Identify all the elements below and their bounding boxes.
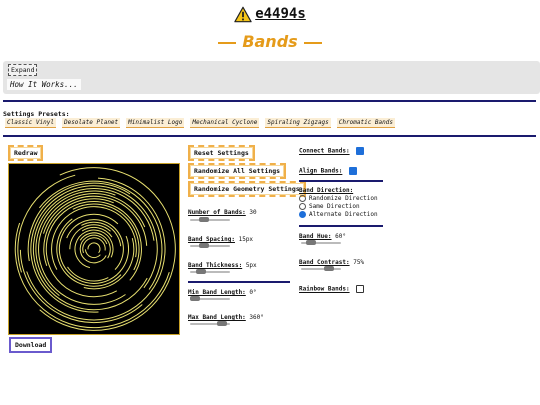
redraw-button[interactable]: Redraw [8,145,44,161]
band-spacing-control: Band Spacing: 15px [188,236,253,243]
band-hue-label: Band Hue: [299,233,332,240]
connect-bands-checkbox[interactable] [356,147,365,155]
band-arc [19,249,143,324]
band-spacing-slider[interactable] [190,243,230,248]
preset-spiraling-zigzags[interactable]: Spiraling Zigzags [265,118,331,128]
divider [3,100,536,102]
min-band-length-slider[interactable] [190,296,230,301]
max-band-length-value: 360° [249,314,264,321]
direction-option-label: Alternate Direction [309,211,378,218]
direction-option-label: Randomize Direction [309,195,378,202]
band-arc [87,242,101,254]
band-contrast-label: Band Contrast: [299,259,350,266]
band-spacing-label: Band Spacing: [188,236,235,243]
slider-thumb[interactable] [190,296,200,301]
how-it-works-summary[interactable]: How It Works... [7,79,81,90]
preset-chromatic-bands[interactable]: Chromatic Bands [336,118,395,128]
band-hue-control: Band Hue: 60° [299,233,346,240]
number-of-bands-label: Number of Bands: [188,209,246,216]
page-title: Bands [0,32,540,51]
site-header: e4494s [0,3,540,25]
randomize-geometry-button[interactable]: Randomize Geometry Settings [188,181,306,197]
presets-label: Settings Presets: [3,110,70,118]
band-thickness-slider[interactable] [190,269,230,274]
preset-classic-vinyl[interactable]: Classic Vinyl [5,118,56,128]
explanation-panel: Expand How It Works... [3,61,540,94]
slider-thumb[interactable] [196,269,206,274]
slider-thumb[interactable] [217,321,227,326]
rainbow-bands-control: Rainbow Bands: [299,285,365,293]
min-band-length-value: 0° [249,289,257,296]
direction-option-randomize[interactable]: Randomize Direction [299,195,378,202]
preset-minimalist-logo[interactable]: Minimalist Logo [126,118,185,128]
preset-desolate-planet[interactable]: Desolate Planet [61,118,121,128]
band-arc [79,234,108,264]
connect-bands-control: Connect Bands: [299,147,365,155]
band-direction-label: Band Direction: [299,187,354,194]
band-thickness-control: Band Thickness: 5px [188,262,257,269]
max-band-length-slider[interactable] [190,321,230,326]
band-arc [79,232,111,259]
divider [299,180,383,182]
presets-list: Classic Vinyl Desolate Planet Minimalist… [5,118,395,128]
band-arc [45,201,142,298]
band-contrast-control: Band Contrast: 75% [299,259,364,266]
site-name-link[interactable]: e4494s [255,6,306,22]
direction-option-alternate[interactable]: Alternate Direction [299,211,378,218]
page-title-text: Bands [242,32,298,51]
download-button[interactable]: Download [9,337,53,353]
band-thickness-value: 5px [245,262,257,269]
direction-option-label: Same Direction [309,203,360,210]
number-of-bands-value: 30 [249,209,257,216]
bands-canvas[interactable] [8,163,180,335]
slider-thumb[interactable] [323,266,334,271]
band-thickness-label: Band Thickness: [188,262,243,269]
randomize-all-button[interactable]: Randomize All Settings [188,163,287,179]
align-bands-control: Align Bands: [299,167,357,175]
band-arc [82,237,106,254]
title-dash-left [218,41,237,44]
warning-logo-icon[interactable] [234,6,252,23]
radio-button[interactable] [299,195,306,202]
band-hue-slider[interactable] [301,240,341,245]
preset-mechanical-cyclone[interactable]: Mechanical Cyclone [190,118,260,128]
bands-artwork [14,167,176,331]
radio-button[interactable] [299,211,306,218]
slider-thumb[interactable] [199,217,209,222]
slider-thumb[interactable] [199,243,209,248]
align-bands-checkbox[interactable] [348,167,357,175]
max-band-length-control: Max Band Length: 360° [188,314,264,321]
max-band-length-label: Max Band Length: [188,314,246,321]
reset-settings-button[interactable]: Reset Settings [188,145,255,161]
band-arc [67,266,109,282]
direction-option-same[interactable]: Same Direction [299,203,378,210]
band-contrast-value: 75% [353,259,365,266]
number-of-bands-slider[interactable] [190,217,230,222]
radio-button[interactable] [299,203,306,210]
rainbow-bands-checkbox[interactable] [356,285,365,293]
band-contrast-slider[interactable] [301,266,341,271]
band-hue-value: 60° [335,233,346,240]
slider-thumb[interactable] [306,240,317,245]
min-band-length-control: Min Band Length: 0° [188,289,257,296]
number-of-bands-control: Number of Bands: 30 [188,209,257,216]
rainbow-bands-label: Rainbow Bands: [299,285,350,293]
band-arc [84,249,101,259]
band-spacing-value: 15px [238,236,254,243]
band-arc [30,185,158,313]
divider [188,281,290,283]
align-bands-label: Align Bands: [299,167,343,175]
expand-button[interactable]: Expand [8,64,38,76]
min-band-length-label: Min Band Length: [188,289,246,296]
title-dash-right [303,41,322,44]
divider [299,225,383,227]
connect-bands-label: Connect Bands: [299,147,350,155]
band-direction-control: Band Direction: Randomize Direction Same… [299,187,378,218]
divider [3,135,536,137]
